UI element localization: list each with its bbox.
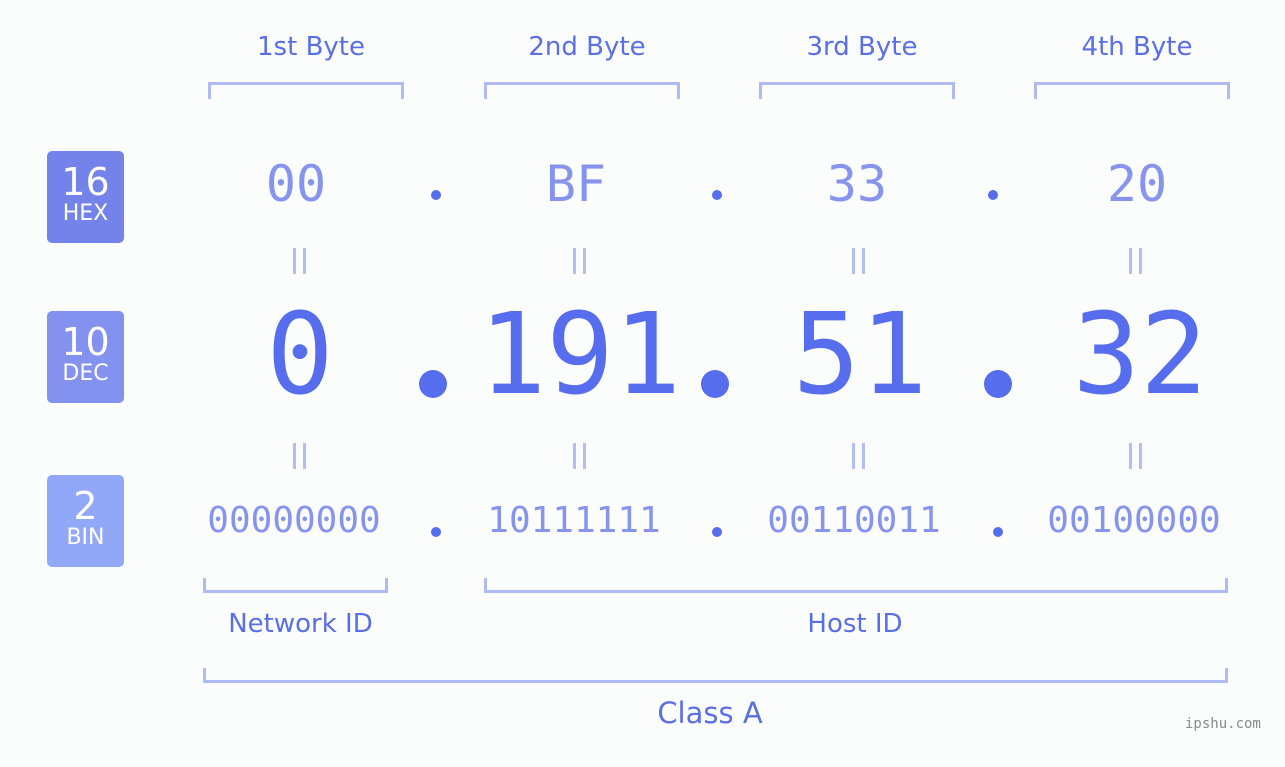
bin-badge-label: BIN: [66, 525, 105, 550]
dec-dot-1: [419, 370, 447, 398]
bin-value-4: 00100000: [1047, 500, 1221, 541]
bin-value-1: 00000000: [207, 500, 381, 541]
equals-icon: [852, 443, 866, 469]
byte-label-3: 3rd Byte: [806, 32, 918, 62]
byte-bracket-3: [759, 82, 955, 99]
dec-badge: 10 DEC: [47, 311, 124, 403]
hex-badge-number: 16: [61, 160, 110, 204]
hex-value-2: BF: [545, 155, 607, 213]
dec-value-3: 51: [792, 290, 928, 420]
watermark: ipshu.com: [1185, 716, 1261, 732]
dec-dot-2: [701, 370, 729, 398]
network-id-label: Network ID: [228, 609, 373, 639]
hex-dot-1: [431, 190, 441, 200]
host-id-bracket: [484, 578, 1228, 593]
dec-value-4: 32: [1072, 290, 1208, 420]
byte-label-4: 4th Byte: [1081, 32, 1193, 62]
bin-badge-number: 2: [73, 484, 98, 528]
class-bracket: [203, 668, 1228, 683]
dec-badge-number: 10: [61, 320, 110, 364]
byte-label-1: 1st Byte: [257, 32, 365, 62]
network-id-bracket: [203, 578, 388, 593]
dec-value-1: 0: [266, 290, 334, 420]
hex-value-4: 20: [1106, 155, 1168, 213]
bin-value-2: 10111111: [487, 500, 661, 541]
hex-value-1: 00: [265, 155, 327, 213]
host-id-label: Host ID: [807, 609, 903, 639]
class-label: Class A: [657, 696, 763, 730]
equals-icon: [293, 443, 307, 469]
bin-value-3: 00110011: [767, 500, 941, 541]
byte-bracket-4: [1034, 82, 1230, 99]
equals-icon: [573, 248, 587, 274]
hex-dot-3: [988, 190, 998, 200]
hex-dot-2: [712, 190, 722, 200]
hex-badge-label: HEX: [62, 201, 109, 226]
equals-icon: [573, 443, 587, 469]
bin-dot-3: [993, 527, 1003, 537]
equals-icon: [1129, 248, 1143, 274]
bin-dot-1: [431, 527, 441, 537]
equals-icon: [852, 248, 866, 274]
bin-badge: 2 BIN: [47, 475, 124, 567]
dec-dot-3: [984, 370, 1012, 398]
byte-bracket-1: [208, 82, 404, 99]
dec-value-2: 191: [478, 290, 682, 420]
equals-icon: [293, 248, 307, 274]
hex-badge: 16 HEX: [47, 151, 124, 243]
bin-dot-2: [712, 527, 722, 537]
dec-badge-label: DEC: [62, 361, 109, 386]
hex-value-3: 33: [826, 155, 888, 213]
byte-bracket-2: [484, 82, 680, 99]
equals-icon: [1129, 443, 1143, 469]
byte-label-2: 2nd Byte: [528, 32, 646, 62]
